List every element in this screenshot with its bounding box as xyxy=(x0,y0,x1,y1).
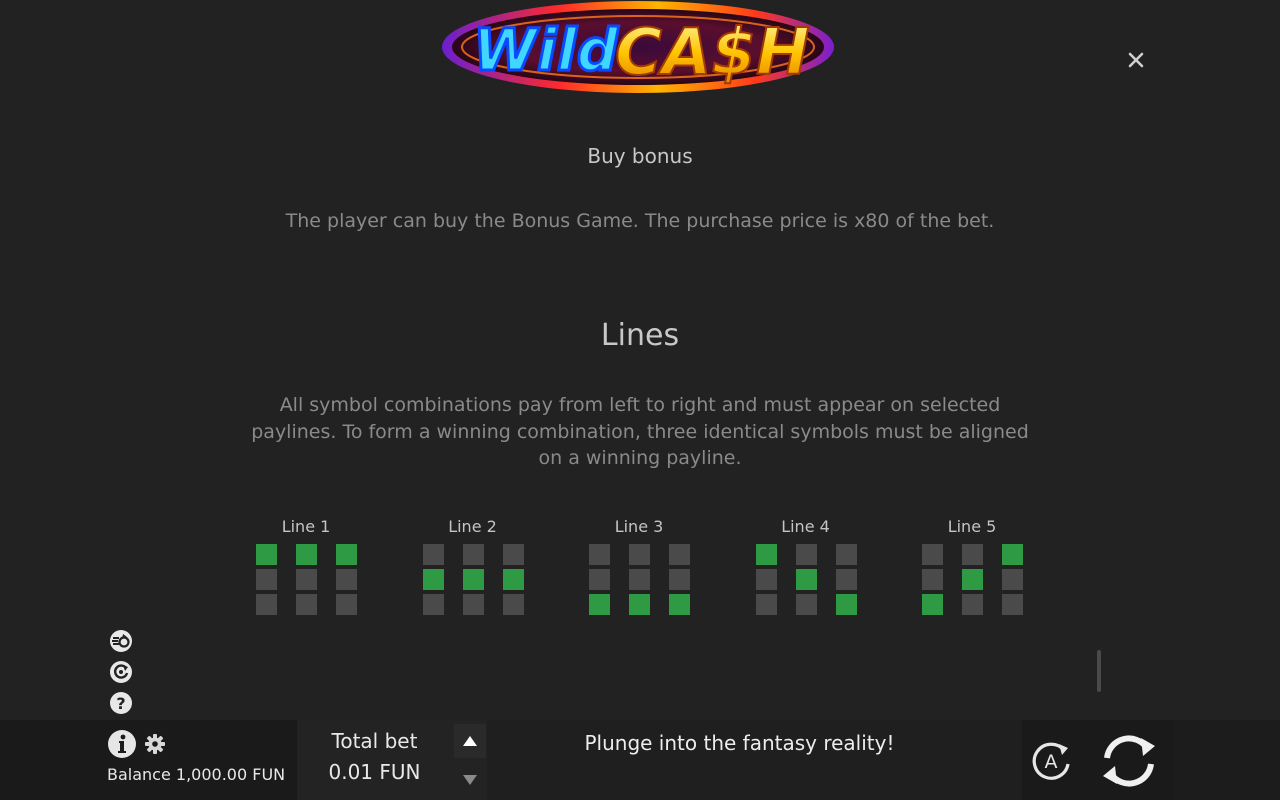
status-message: Plunge into the fantasy reality! xyxy=(584,731,895,755)
logo-word-wild: Wild xyxy=(473,16,619,84)
total-bet-value: 0.01 FUN xyxy=(328,760,421,784)
payline-cell xyxy=(755,569,777,590)
payline-cell xyxy=(835,569,857,590)
payline-cell xyxy=(835,544,857,565)
bet-increase-button[interactable] xyxy=(454,724,486,758)
payline-grid xyxy=(589,544,690,615)
payline-cell xyxy=(795,544,817,565)
buy-bonus-text: The player can buy the Bonus Game. The p… xyxy=(285,210,995,232)
payline-cell xyxy=(462,544,484,565)
payline-cell xyxy=(795,594,817,615)
payline-cell xyxy=(629,544,650,565)
bet-decrease-button[interactable] xyxy=(454,762,486,798)
payline-cell xyxy=(256,569,277,590)
payline-2: Line 2 xyxy=(417,514,529,615)
payline-cell xyxy=(296,594,317,615)
help-button[interactable]: ? xyxy=(108,690,134,716)
payline-cell xyxy=(922,544,943,565)
payline-cell xyxy=(1002,569,1023,590)
payline-cell xyxy=(755,594,777,615)
total-bet-label: Total bet xyxy=(331,729,418,753)
payline-cell xyxy=(962,594,983,615)
settings-button[interactable] xyxy=(144,733,166,755)
payline-cell xyxy=(422,544,444,565)
spin-icon xyxy=(1103,735,1155,787)
payline-label: Line 4 xyxy=(781,517,830,536)
payline-cell xyxy=(589,544,610,565)
payline-cell-active xyxy=(795,569,817,590)
payline-1: Line 1 xyxy=(250,514,362,615)
payline-cell-active xyxy=(629,594,650,615)
payline-cell-active xyxy=(462,569,484,590)
help-icon: ? xyxy=(110,692,132,714)
scrollbar[interactable] xyxy=(1097,650,1101,692)
payline-cell-active xyxy=(296,544,317,565)
info-icon xyxy=(108,730,136,758)
payline-cell xyxy=(669,544,690,565)
svg-text:?: ? xyxy=(116,694,125,713)
payline-cell xyxy=(502,594,524,615)
info-button[interactable] xyxy=(107,729,137,759)
payline-cell xyxy=(922,569,943,590)
payline-cell-active xyxy=(256,544,277,565)
payline-cell-active xyxy=(336,544,357,565)
payline-cell xyxy=(336,594,357,615)
payline-cell xyxy=(296,569,317,590)
payline-cell-active xyxy=(755,544,777,565)
balance-panel xyxy=(0,720,297,800)
payline-cell-active xyxy=(589,594,610,615)
close-icon xyxy=(1128,52,1144,68)
payline-cell-active xyxy=(422,569,444,590)
autoplay-button[interactable]: A xyxy=(1028,738,1074,784)
logo-word-cash: CA$H xyxy=(615,16,810,90)
replay-button[interactable] xyxy=(108,659,134,685)
buy-bonus-title: Buy bonus xyxy=(587,144,693,168)
payline-cell xyxy=(629,569,650,590)
payline-cell xyxy=(589,569,610,590)
gear-icon xyxy=(145,734,165,754)
payline-cell xyxy=(422,594,444,615)
lines-text: All symbol combinations pay from left to… xyxy=(251,394,1029,469)
payline-cell xyxy=(336,569,357,590)
payline-cell xyxy=(962,544,983,565)
payline-grid xyxy=(422,544,524,615)
payline-label: Line 5 xyxy=(947,517,997,536)
paylines: Line 1 Line 2 Line 3 Line 4 Line 5 xyxy=(250,514,1040,624)
payline-grid xyxy=(755,544,857,615)
triangle-up-icon xyxy=(463,736,477,746)
payline-3: Line 3 xyxy=(583,514,695,615)
payline-cell-active xyxy=(502,569,524,590)
turbo-button[interactable] xyxy=(108,628,134,654)
svg-text:A: A xyxy=(1045,751,1058,773)
payline-cell xyxy=(256,594,277,615)
payline-label: Line 2 xyxy=(448,517,497,536)
payline-4: Line 4 xyxy=(750,514,862,615)
payline-cell-active xyxy=(669,594,690,615)
payline-cell-active xyxy=(1002,544,1023,565)
spin-button[interactable] xyxy=(1095,728,1163,794)
payline-cell-active xyxy=(962,569,983,590)
replay-icon xyxy=(110,661,132,683)
logo-graphic: Wild CA$H xyxy=(442,1,834,93)
payline-cell xyxy=(1002,594,1023,615)
payline-5: Line 5 xyxy=(916,514,1028,615)
payline-cell xyxy=(502,544,524,565)
payline-cell-active xyxy=(922,594,943,615)
payline-label: Line 1 xyxy=(281,517,331,536)
triangle-down-icon xyxy=(463,775,477,785)
payline-label: Line 3 xyxy=(614,517,664,536)
balance-text: Balance 1,000.00 FUN xyxy=(107,765,286,784)
payline-grid xyxy=(256,544,357,615)
turbo-icon xyxy=(110,630,132,652)
payline-cell-active xyxy=(835,594,857,615)
autoplay-icon: A xyxy=(1032,742,1070,780)
game-logo: Wild CA$H xyxy=(437,0,839,98)
lines-title: Lines xyxy=(600,318,680,353)
payline-cell xyxy=(669,569,690,590)
payline-grid xyxy=(922,544,1023,615)
payline-cell xyxy=(462,594,484,615)
close-button[interactable] xyxy=(1122,46,1150,74)
